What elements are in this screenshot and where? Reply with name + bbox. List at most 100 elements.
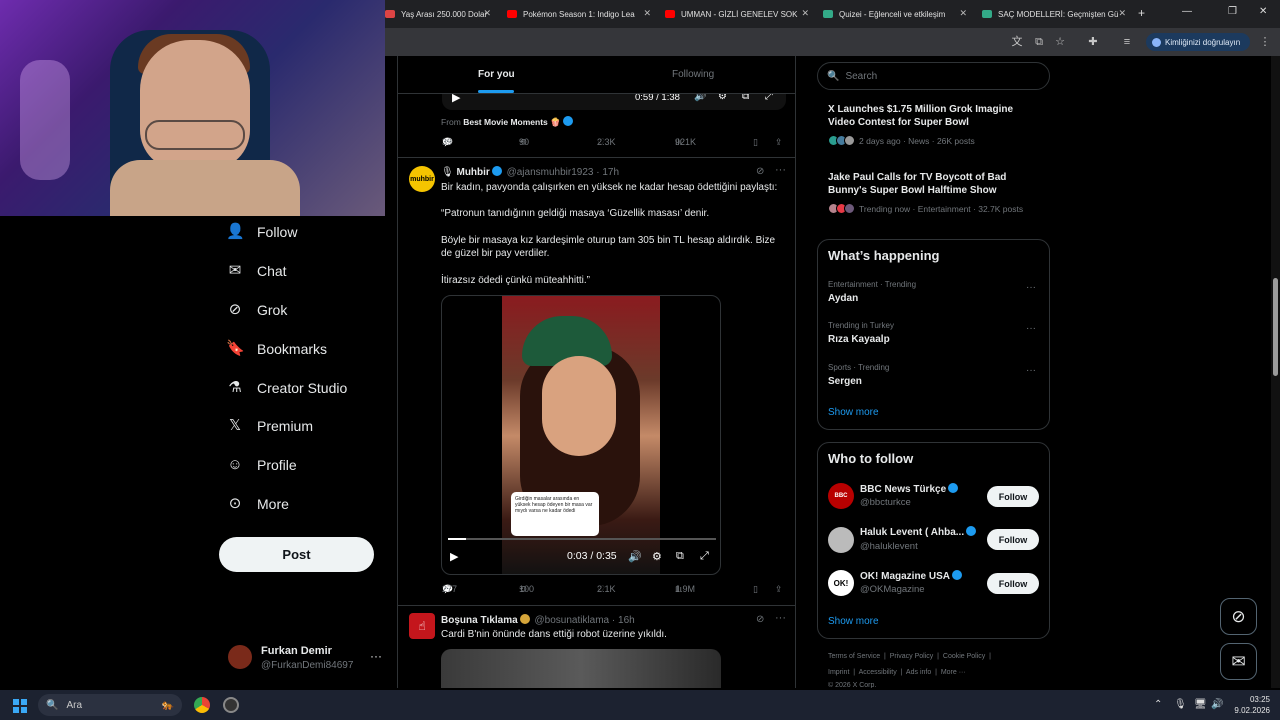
grok-icon[interactable]: ⊘ <box>756 166 764 177</box>
trend-category: Entertainment · Trending <box>828 280 917 289</box>
windows-start-icon[interactable] <box>13 699 27 713</box>
menu-icon[interactable]: ⋮ <box>1258 35 1272 49</box>
post-time[interactable]: 16h <box>618 615 635 626</box>
nav-item-bookmarks[interactable]: 🔖 Bookmarks <box>226 337 327 361</box>
source-link[interactable]: Best Movie Moments 🍿 <box>463 117 561 127</box>
scrollbar-thumb[interactable] <box>1273 278 1278 376</box>
post-button[interactable]: Post <box>219 537 374 572</box>
nav-item-creator-studio[interactable]: ⚗ Creator Studio <box>226 376 347 400</box>
nav-item-grok[interactable]: ⊘ Grok <box>226 298 288 322</box>
media-icon[interactable]: ≡ <box>1120 35 1134 49</box>
avatar[interactable]: muhbir <box>409 166 435 192</box>
play-icon[interactable]: ▶ <box>450 550 458 563</box>
more-icon[interactable]: ··· <box>1026 323 1036 334</box>
account-name[interactable]: BBC News Türkçe <box>860 483 980 495</box>
more-icon[interactable]: ··· <box>1026 365 1036 376</box>
tab-following[interactable]: Following <box>672 69 714 80</box>
minimize-icon[interactable]: — <box>1182 6 1192 17</box>
nav-item-more[interactable]: ⊙ More <box>226 492 289 516</box>
tab-for-you[interactable]: For you <box>478 69 515 80</box>
star-icon[interactable]: ☆ <box>1053 35 1067 49</box>
account-handle: @OKMagazine <box>860 584 925 595</box>
follow-button[interactable]: Follow <box>987 486 1039 507</box>
cast-icon[interactable]: ⧉ <box>1032 35 1046 49</box>
show-more-link[interactable]: Show more <box>828 616 879 627</box>
follow-button[interactable]: Follow <box>987 529 1039 550</box>
pip-icon[interactable]: ⧉ <box>676 550 684 563</box>
share-icon[interactable]: ⇪ <box>775 137 783 148</box>
settings-icon[interactable]: ⚙ <box>652 550 662 563</box>
video-progress[interactable] <box>448 538 716 540</box>
volume-icon[interactable]: 🔊 <box>1211 699 1223 710</box>
footer-links[interactable]: Terms of Service | Privacy Policy | Cook… <box>828 653 991 660</box>
trend-name[interactable]: Rıza Kayaalp <box>828 334 890 345</box>
follow-button[interactable]: Follow <box>987 573 1039 594</box>
footer-links[interactable]: Imprint | Accessibility | Ads info | Mor… <box>828 669 966 676</box>
bookmark-icon[interactable]: ▯ <box>753 137 758 148</box>
more-icon[interactable]: ··· <box>775 164 786 176</box>
avatar[interactable]: ☝ <box>409 613 435 639</box>
news-title[interactable]: X Launches $1.75 Million Grok Imagine Vi… <box>828 103 1038 129</box>
show-more-link[interactable]: Show more <box>828 407 879 418</box>
search-highlight-icon: 🐅 <box>161 699 174 711</box>
extensions-icon[interactable]: ✚ <box>1086 35 1100 49</box>
search-input[interactable]: 🔍 Search <box>817 62 1050 90</box>
trend-name[interactable]: Aydan <box>828 293 858 304</box>
video-time: 0:03 / 0:35 <box>567 550 617 562</box>
news-meta: 2 days ago · News · 26K posts <box>828 135 975 146</box>
nav-item-premium[interactable]: 𝕏 Premium <box>226 414 313 438</box>
bookmark-icon[interactable]: ▯ <box>753 584 758 595</box>
more-icon[interactable]: ··· <box>1026 282 1036 293</box>
author-handle[interactable]: @ajansmuhbir1923 <box>507 167 594 178</box>
close-window-icon[interactable]: ✕ <box>1259 6 1267 17</box>
taskbar-search[interactable]: 🔍 Ara 🐅 <box>38 694 182 716</box>
news-title[interactable]: Jake Paul Calls for TV Boycott of Bad Bu… <box>828 171 1038 197</box>
close-tab-icon[interactable]: ✕ <box>801 8 809 19</box>
close-tab-icon[interactable]: ✕ <box>643 8 651 19</box>
tab-favicon-icon <box>823 10 833 18</box>
browser-tab[interactable]: UMMAN - GİZLİ GENELEV SOK ✕ <box>665 4 813 24</box>
author-name[interactable]: Boşuna Tıklama <box>441 615 518 626</box>
system-clock[interactable]: 03:25 9.02.2026 <box>1232 694 1270 716</box>
avatar[interactable]: BBC <box>828 483 854 509</box>
fullscreen-icon[interactable]: ⤢ <box>700 550 709 563</box>
nav-item-follow[interactable]: 👤 Follow <box>226 220 297 244</box>
messages-icon[interactable]: ✉ <box>1220 643 1257 680</box>
browser-tab[interactable]: Quizei - Eğlenceli ve etkileşim ✕ <box>823 4 971 24</box>
close-tab-icon[interactable]: ✕ <box>1118 8 1126 19</box>
browser-tab[interactable]: Pokémon Season 1: Indigo Lea ✕ <box>507 4 655 24</box>
video-player[interactable]: Girdiğin masalar arasında en yüksek hesa… <box>441 295 721 575</box>
mic-icon[interactable]: 🎙 <box>1174 699 1187 710</box>
grok-icon[interactable]: ⊘ <box>1220 598 1257 635</box>
account-switcher[interactable]: Furkan Demir @FurkanDemi84697 ··· <box>228 643 388 677</box>
chrome-icon[interactable] <box>194 697 210 713</box>
more-icon[interactable]: ··· <box>370 649 382 663</box>
avatar[interactable] <box>828 527 854 553</box>
app-icon[interactable] <box>223 697 239 713</box>
browser-tab[interactable]: SAÇ MODELLERİ: Geçmişten Gü ✕ <box>982 4 1130 24</box>
new-tab-button[interactable]: + <box>1138 6 1145 20</box>
page-scrollbar[interactable] <box>1271 56 1280 688</box>
more-icon[interactable]: ··· <box>775 612 786 624</box>
avatar[interactable]: OK! <box>828 570 854 596</box>
volume-icon[interactable]: 🔊 <box>628 550 642 563</box>
verify-identity-button[interactable]: Kimliğinizi doğrulayın <box>1146 33 1250 51</box>
post-time[interactable]: 17h <box>602 167 619 178</box>
network-icon[interactable]: 🖥 <box>1194 699 1207 710</box>
close-tab-icon[interactable]: ✕ <box>959 8 967 19</box>
share-icon[interactable]: ⇪ <box>775 584 783 595</box>
trend-name[interactable]: Sergen <box>828 376 862 387</box>
nav-item-chat[interactable]: ✉ Chat <box>226 259 287 283</box>
restore-icon[interactable]: ❐ <box>1228 6 1237 17</box>
translate-icon[interactable]: 文 <box>1010 35 1024 49</box>
account-name[interactable]: Haluk Levent ( Ahba... <box>860 526 980 538</box>
author-handle[interactable]: @bosunatiklama <box>534 615 609 626</box>
browser-tab[interactable]: Yaş Arası 250.000 Dolar ✕ <box>385 4 495 24</box>
chevron-up-icon[interactable]: ⌃ <box>1154 699 1162 710</box>
account-name[interactable]: OK! Magazine USA <box>860 570 980 582</box>
author-name[interactable]: Muhbir <box>456 167 489 178</box>
close-tab-icon[interactable]: ✕ <box>483 8 491 19</box>
nav-item-profile[interactable]: ☺ Profile <box>226 453 296 477</box>
post-media[interactable] <box>441 649 721 688</box>
grok-icon[interactable]: ⊘ <box>756 614 764 625</box>
